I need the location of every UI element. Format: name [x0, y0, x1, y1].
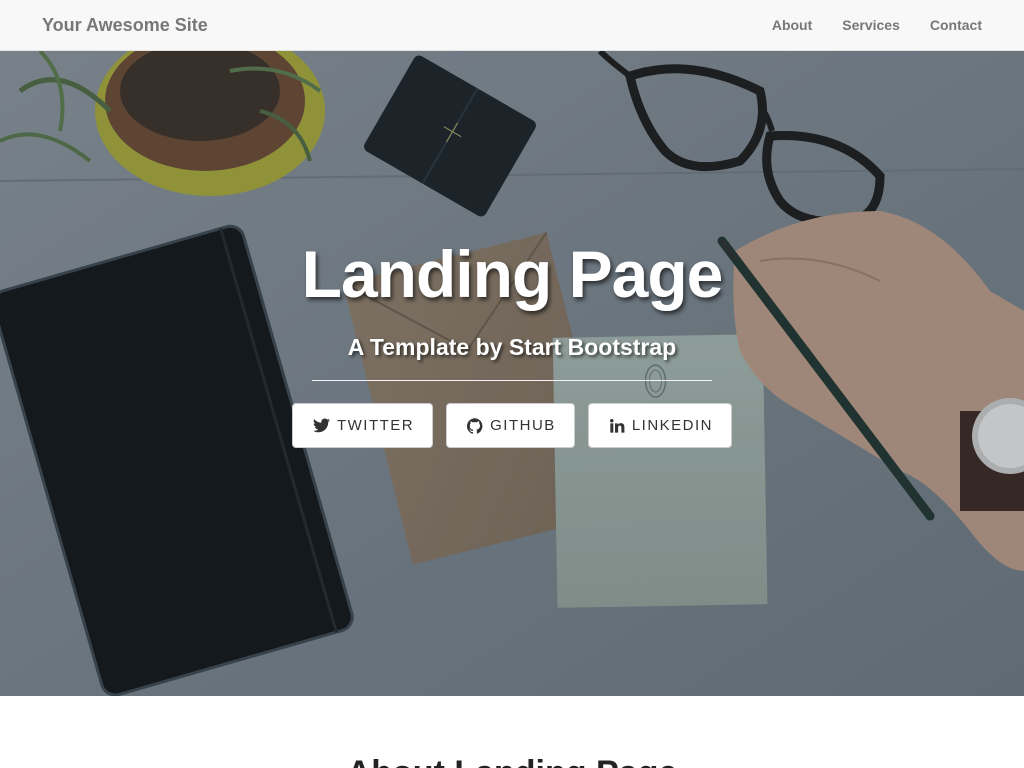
- about-heading: About Landing Page: [0, 754, 1024, 768]
- hero-content: Landing Page A Template by Start Bootstr…: [0, 51, 1024, 696]
- hero-title: Landing Page: [301, 237, 724, 311]
- hero-subtitle: A Template by Start Bootstrap: [347, 334, 677, 360]
- nav-link-services[interactable]: Services: [842, 17, 900, 33]
- linkedin-icon: [609, 418, 625, 434]
- brand-link[interactable]: Your Awesome Site: [42, 15, 208, 36]
- github-icon: [467, 417, 483, 434]
- top-navbar: Your Awesome Site About Services Contact: [0, 0, 1024, 51]
- linkedin-button[interactable]: Linkedin: [587, 403, 732, 448]
- twitter-button-label: Twitter: [336, 417, 415, 434]
- twitter-button[interactable]: Twitter: [291, 403, 434, 448]
- linkedin-button-label: Linkedin: [631, 417, 713, 434]
- github-button-label: Github: [490, 417, 556, 434]
- nav-links: About Services Contact: [772, 17, 982, 33]
- nav-link-contact[interactable]: Contact: [930, 17, 982, 33]
- nav-link-about[interactable]: About: [772, 17, 812, 33]
- github-button[interactable]: Github: [446, 403, 575, 448]
- social-buttons: Twitter Github Linkedin: [0, 403, 1024, 448]
- hero-divider: [312, 380, 712, 381]
- about-section: About Landing Page: [0, 696, 1024, 768]
- hero-section: Landing Page A Template by Start Bootstr…: [0, 51, 1024, 696]
- twitter-icon: [312, 418, 330, 433]
